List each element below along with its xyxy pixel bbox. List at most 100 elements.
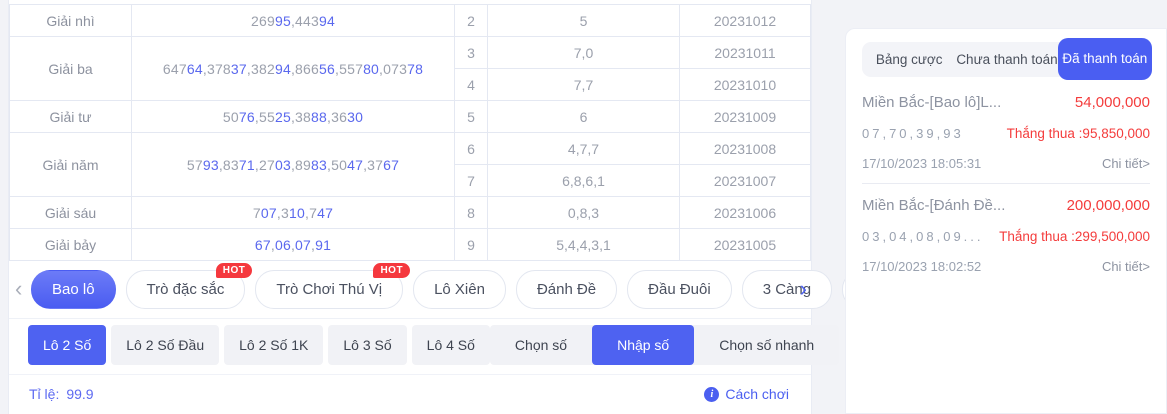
record-amount: 200,000,000 bbox=[1067, 197, 1150, 214]
digits-prefix: 27 bbox=[259, 157, 275, 173]
game-tab[interactable]: Bao lô bbox=[31, 270, 116, 309]
draw-date: 20231005 bbox=[680, 229, 810, 260]
draw-index: 9 bbox=[455, 229, 487, 260]
bet-controls: Lô 2 SốLô 2 Số ĐầuLô 2 Số 1KLô 3 SốLô 4 … bbox=[9, 325, 811, 365]
panel-tab[interactable]: Đã thanh toán bbox=[1058, 38, 1152, 80]
game-tab[interactable]: Lô Xiên bbox=[413, 270, 506, 309]
record-datetime: 17/10/2023 18:05:31 bbox=[862, 156, 981, 171]
entry-mode-tab[interactable]: Chọn số nhanh bbox=[694, 325, 839, 365]
prize-numbers: 5793,8371,2703,8983,5047,3767 bbox=[132, 133, 454, 196]
panel-tab[interactable]: Chưa thanh toán bbox=[956, 52, 1057, 67]
bet-type-tabs: Lô 2 SốLô 2 Số ĐầuLô 2 Số 1KLô 3 SốLô 4 … bbox=[28, 325, 490, 365]
draw-date: 20231012 bbox=[680, 5, 810, 36]
draw-value: 7,0 bbox=[488, 37, 679, 68]
bet-type-tab[interactable]: Lô 4 Số bbox=[412, 325, 490, 365]
game-tab-label: Lô Xiên bbox=[434, 281, 485, 298]
game-tabs-list: Bao lô Trò đặc sắcHOTTrò Chơi Thú VịHOT Lô… bbox=[31, 270, 777, 309]
entry-mode-tab[interactable]: Nhập số bbox=[592, 325, 694, 365]
game-tab-label: Đầu Đuôi bbox=[648, 281, 711, 298]
record-line: Miền Bắc-[Bao lô]L...54,000,000 bbox=[862, 94, 1150, 111]
rate-label: Tỉ lệ: bbox=[29, 386, 59, 402]
digits-highlight: 93 bbox=[203, 157, 219, 173]
draw-value: 6 bbox=[488, 101, 679, 132]
digits-highlight: 37 bbox=[231, 61, 247, 77]
draw-value: 5 bbox=[488, 5, 679, 36]
prize-numbers: 26995,44394 bbox=[132, 5, 454, 36]
hot-badge: HOT bbox=[373, 263, 410, 278]
entry-mode-tab[interactable]: Chọn số bbox=[490, 325, 592, 365]
record-numbers: 03,04,08,09... bbox=[862, 229, 984, 244]
prize-label: Giải ba bbox=[10, 37, 131, 100]
game-tab[interactable]: 3 Càng bbox=[742, 270, 832, 309]
digits-highlight: 03 bbox=[275, 157, 291, 173]
digits-highlight: 67 bbox=[383, 157, 399, 173]
digits-highlight: 91 bbox=[315, 237, 331, 253]
game-tab[interactable]: Đầu Đuôi bbox=[627, 270, 732, 309]
prize-label: Giải nhì bbox=[10, 5, 131, 36]
panel-tabs: Bảng cượcChưa thanh toánĐã thanh toán bbox=[862, 42, 1150, 77]
draw-index: 3 bbox=[455, 37, 487, 68]
digits-prefix: 7 bbox=[253, 205, 261, 221]
hot-badge: HOT bbox=[216, 263, 253, 278]
draw-index: 2 bbox=[455, 5, 487, 36]
digits-prefix: 073 bbox=[383, 61, 407, 77]
record-line: 07,70,39,93Thắng thua :95,850,000 bbox=[862, 126, 1150, 141]
record-detail-link[interactable]: Chi tiết> bbox=[1102, 156, 1150, 171]
digits-prefix: 7 bbox=[309, 205, 317, 221]
record-title: Miền Bắc-[Bao lô]L... bbox=[862, 94, 1001, 111]
prize-numbers: 5076,5525,3888,3630 bbox=[132, 101, 454, 132]
bet-type-tab[interactable]: Lô 3 Số bbox=[328, 325, 406, 365]
bet-footer: Tỉ lệ: 99.9 i Cách chơi bbox=[9, 374, 811, 402]
record-title: Miền Bắc-[Đánh Đề... bbox=[862, 197, 1005, 214]
bet-records-panel: Bảng cượcChưa thanh toánĐã thanh toán Mi… bbox=[845, 28, 1167, 414]
record-winloss: Thắng thua :95,850,000 bbox=[1007, 126, 1150, 141]
draw-date: 20231007 bbox=[680, 165, 810, 196]
digits-prefix: 382 bbox=[251, 61, 275, 77]
digits-prefix: 50 bbox=[331, 157, 347, 173]
digits-highlight: 80 bbox=[363, 61, 379, 77]
draw-index: 4 bbox=[455, 69, 487, 100]
how-to-play-link[interactable]: i Cách chơi bbox=[704, 386, 789, 402]
digits-prefix: 55 bbox=[259, 109, 275, 125]
prize-label: Giải năm bbox=[10, 133, 131, 196]
draw-index: 8 bbox=[455, 197, 487, 228]
records-list: Miền Bắc-[Bao lô]L...54,000,000 07,70,39,… bbox=[862, 77, 1150, 286]
scroll-left-icon[interactable]: ‹ bbox=[15, 278, 22, 300]
draw-value: 6,8,6,1 bbox=[488, 165, 679, 196]
digits-prefix: 557 bbox=[339, 61, 363, 77]
digits-prefix: 50 bbox=[223, 109, 239, 125]
game-tab[interactable]: Đánh Đề bbox=[516, 270, 617, 309]
digits-highlight: 07 bbox=[295, 237, 311, 253]
prize-label: Giải bảy bbox=[10, 229, 131, 260]
record-datetime: 17/10/2023 18:02:52 bbox=[862, 259, 981, 274]
bet-type-tab[interactable]: Lô 2 Số bbox=[28, 325, 106, 365]
draw-value: 4,7,7 bbox=[488, 133, 679, 164]
draw-value: 7,7 bbox=[488, 69, 679, 100]
record-detail-link[interactable]: Chi tiết> bbox=[1102, 259, 1150, 274]
digits-prefix: 647 bbox=[163, 61, 187, 77]
digits-prefix: 37 bbox=[367, 157, 383, 173]
game-tab-label: Đánh Đề bbox=[537, 281, 596, 298]
digits-highlight: 94 bbox=[275, 61, 291, 77]
digits-highlight: 76 bbox=[239, 109, 255, 125]
digits-prefix: 36 bbox=[331, 109, 347, 125]
scroll-right-icon[interactable]: › bbox=[800, 278, 807, 300]
digits-highlight: 25 bbox=[275, 109, 291, 125]
game-tab[interactable]: Trò đặc sắcHOT bbox=[126, 270, 246, 309]
draw-value: 5,4,4,3,1 bbox=[488, 229, 679, 260]
draw-index: 7 bbox=[455, 165, 487, 196]
record-line: 03,04,08,09...Thắng thua :299,500,000 bbox=[862, 229, 1150, 244]
digits-prefix: 57 bbox=[187, 157, 203, 173]
record-line: 17/10/2023 18:05:31 Chi tiết> bbox=[862, 156, 1150, 171]
digits-prefix: 89 bbox=[295, 157, 311, 173]
draw-date: 20231008 bbox=[680, 133, 810, 164]
panel-tab[interactable]: Bảng cược bbox=[862, 52, 956, 67]
bet-record[interactable]: Miền Bắc-[Đánh Đề... 200,000,000 03,04,08,… bbox=[862, 183, 1150, 286]
digits-highlight: 78 bbox=[407, 61, 423, 77]
draw-value: 0,8,3 bbox=[488, 197, 679, 228]
bet-type-tab[interactable]: Lô 2 Số 1K bbox=[224, 325, 323, 365]
bet-record[interactable]: Miền Bắc-[Bao lô]L...54,000,000 07,70,39,… bbox=[862, 81, 1150, 183]
prize-label: Giải tư bbox=[10, 101, 131, 132]
game-tab[interactable]: Trò Chơi Thú VịHOT bbox=[255, 270, 403, 309]
bet-type-tab[interactable]: Lô 2 Số Đầu bbox=[111, 325, 219, 365]
